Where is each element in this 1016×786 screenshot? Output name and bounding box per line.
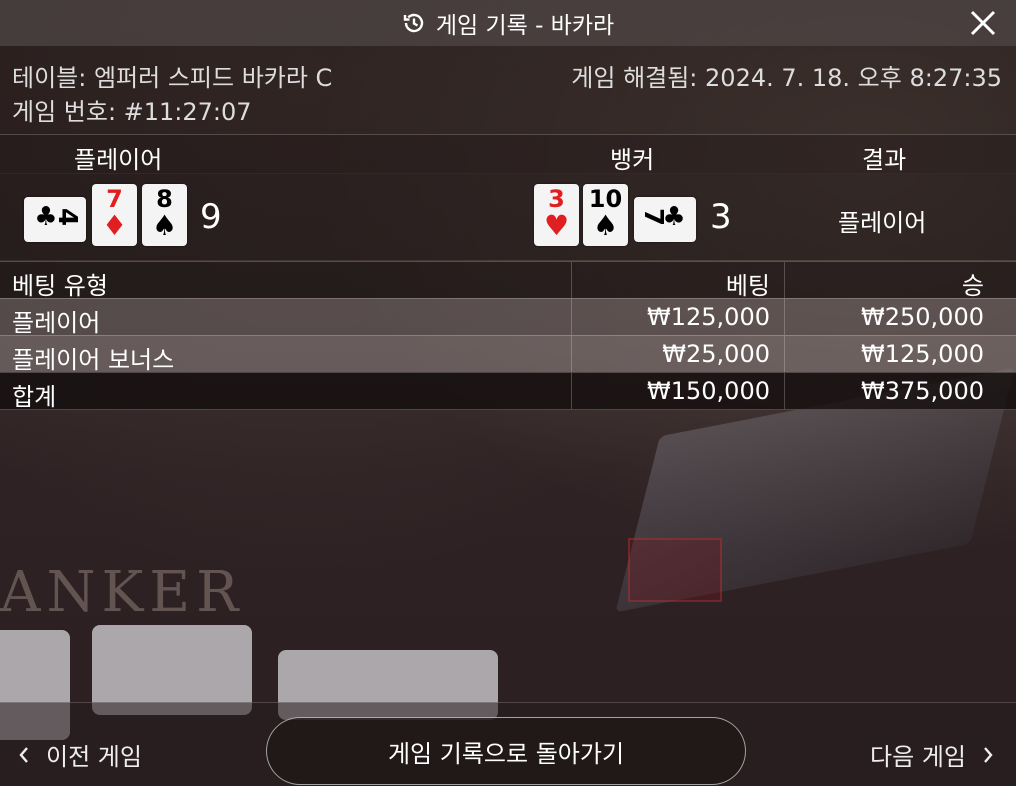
col-bet: 베팅 [725, 272, 770, 300]
card-rank: 4 [51, 207, 82, 227]
close-icon [970, 10, 996, 36]
table-row: 플레이어 ₩125,000 ₩250,000 [0, 298, 1016, 337]
bet-amount-cell: ₩125,000 [647, 303, 770, 331]
heart-icon: ♥ [543, 209, 570, 242]
win-amount-cell: ₩125,000 [861, 340, 984, 368]
player-header: 플레이어 [74, 146, 163, 174]
close-button[interactable] [966, 6, 1000, 40]
card-rank: 7 [638, 207, 669, 227]
total-label: 합계 [12, 383, 57, 411]
next-game-button[interactable]: 다음 게임 [870, 737, 994, 772]
player-score: 9 [200, 197, 222, 237]
col-bet-type: 베팅 유형 [12, 272, 108, 300]
chevron-left-icon [19, 746, 28, 763]
history-icon [402, 11, 426, 35]
next-game-label: 다음 게임 [870, 743, 966, 771]
spade-icon: ♠ [592, 209, 619, 242]
banker-header: 뱅커 [610, 146, 655, 174]
previous-game-button[interactable]: 이전 게임 [18, 737, 142, 772]
bets-header-row: 베팅 유형 베팅 승 [0, 261, 1016, 300]
title-text: 게임 기록 - 바카라 [435, 13, 615, 39]
result-header: 결과 [862, 146, 907, 174]
game-number: 게임 번호: #11:27:07 [12, 98, 252, 126]
hands-row: ♣4 7 ♦ 8 ♠ 9 3 ♥ 10 ♠ 7♣ 3 플레이어 [0, 173, 1016, 260]
bet-type-cell: 플레이어 보너스 [12, 346, 175, 374]
table-name: 테이블: 엠퍼러 스피드 바카라 C [12, 64, 333, 92]
window-title: 게임 기록 - 바카라 [402, 6, 614, 40]
total-row: 합계 ₩150,000 ₩375,000 [0, 372, 1016, 411]
result-value: 플레이어 [838, 209, 927, 237]
spade-icon: ♠ [151, 209, 178, 242]
bets-table: 베팅 유형 베팅 승 플레이어 ₩125,000 ₩250,000 플레이어 보… [0, 261, 1016, 411]
banker-card-3: 7♣ [634, 197, 696, 242]
table-row: 플레이어 보너스 ₩25,000 ₩125,000 [0, 335, 1016, 374]
player-card-3: 8 ♠ [142, 184, 187, 246]
player-card-1: ♣4 [24, 197, 86, 242]
total-bet: ₩150,000 [647, 377, 770, 405]
back-to-history-button[interactable]: 게임 기록으로 돌아가기 [266, 717, 746, 785]
banker-score: 3 [710, 197, 732, 237]
footer-nav: 이전 게임 게임 기록으로 돌아가기 다음 게임 [0, 702, 1016, 786]
previous-game-label: 이전 게임 [46, 743, 142, 771]
total-win: ₩375,000 [861, 377, 984, 405]
banker-card-1: 3 ♥ [534, 184, 579, 246]
chevron-right-icon [984, 746, 993, 763]
win-amount-cell: ₩250,000 [861, 303, 984, 331]
banker-card-2: 10 ♠ [583, 184, 628, 246]
hand-header: 플레이어 뱅커 결과 [0, 134, 1016, 174]
bet-type-cell: 플레이어 [12, 309, 101, 337]
game-info: 테이블: 엠퍼러 스피드 바카라 C 게임 번호: #11:27:07 게임 해… [0, 46, 1016, 134]
resolved-time: 게임 해결됨: 2024. 7. 18. 오후 8:27:35 [571, 64, 1002, 92]
diamond-icon: ♦ [101, 209, 128, 242]
col-win: 승 [961, 272, 984, 300]
title-bar: 게임 기록 - 바카라 [0, 0, 1016, 46]
game-history-panel: 게임 기록 - 바카라 테이블: 엠퍼러 스피드 바카라 C 게임 번호: #1… [0, 0, 1016, 786]
bet-amount-cell: ₩25,000 [662, 340, 770, 368]
player-card-2: 7 ♦ [92, 184, 137, 246]
back-to-history-label: 게임 기록으로 돌아가기 [387, 739, 625, 768]
